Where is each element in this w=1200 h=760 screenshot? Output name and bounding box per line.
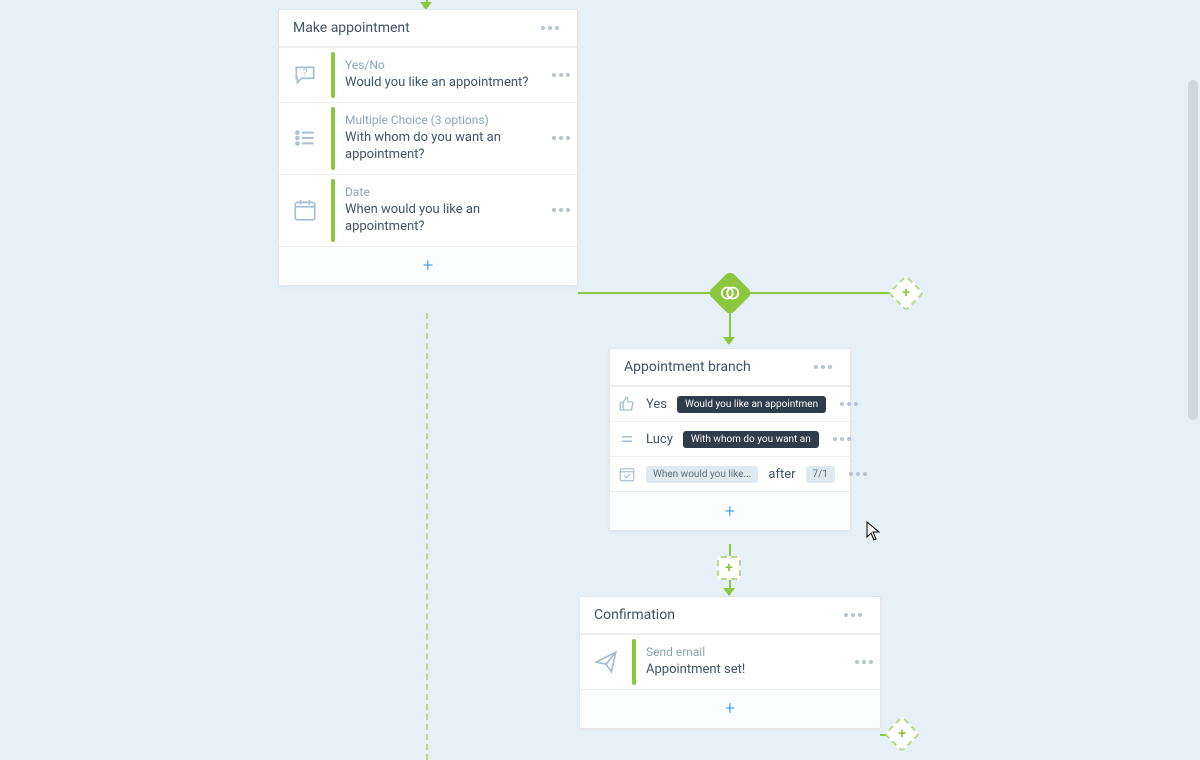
card-header: Make appointment (279, 10, 577, 47)
card-appointment-branch[interactable]: Appointment branch Yes Would you like an… (609, 348, 851, 531)
connector (729, 309, 731, 339)
row-menu-button[interactable] (836, 398, 862, 410)
plus-icon: + (725, 501, 735, 522)
calendar-icon (279, 197, 331, 223)
card-header: Confirmation (580, 597, 880, 634)
row-menu-button[interactable] (548, 69, 574, 81)
branch-date-tag: 7/1 (806, 466, 835, 483)
flow-canvas[interactable]: Make appointment ? Yes/No Would you like… (0, 0, 1200, 760)
arrow-down-icon (723, 588, 735, 596)
row-menu-button[interactable] (548, 132, 574, 144)
card-title: Make appointment (293, 20, 410, 36)
branch-tag: Would you like an appointmen (677, 396, 826, 413)
question-row[interactable]: Date When would you like an appointment? (279, 174, 577, 246)
row-menu-button[interactable] (548, 204, 574, 216)
connector (729, 544, 731, 556)
action-type: Send email (646, 645, 840, 659)
branch-keyword: after (768, 467, 795, 482)
add-question-button[interactable]: + (279, 246, 577, 285)
card-header: Appointment branch (610, 349, 850, 386)
question-type: Multiple Choice (3 options) (345, 113, 537, 127)
plus-icon: + (725, 698, 735, 719)
decision-node[interactable] (714, 277, 746, 309)
branch-label: Yes (646, 397, 667, 412)
row-menu-button[interactable] (851, 656, 877, 668)
calendar-check-icon (618, 465, 636, 483)
branch-tag-light: When would you like... (646, 466, 758, 483)
svg-text:?: ? (303, 68, 308, 79)
thumbs-up-icon (618, 395, 636, 413)
branch-tag: With whom do you want an (683, 431, 819, 448)
question-text: With whom do you want an appointment? (345, 129, 537, 164)
question-text: When would you like an appointment? (345, 201, 537, 236)
venn-icon (719, 282, 741, 304)
card-confirmation[interactable]: Confirmation Send email Appointment set!… (579, 596, 881, 729)
card-make-appointment[interactable]: Make appointment ? Yes/No Would you like… (278, 9, 578, 286)
plus-icon: + (423, 255, 433, 276)
equals-icon (618, 430, 636, 448)
add-action-button[interactable]: + (580, 689, 880, 728)
vertical-scrollbar[interactable] (1188, 80, 1198, 420)
question-row[interactable]: ? Yes/No Would you like an appointment? (279, 47, 577, 102)
card-title: Confirmation (594, 607, 675, 623)
add-branch-button[interactable]: + (893, 280, 919, 306)
question-type: Date (345, 185, 537, 199)
row-menu-button[interactable] (845, 468, 871, 480)
question-row[interactable]: Multiple Choice (3 options) With whom do… (279, 102, 577, 174)
branch-row[interactable]: Lucy With whom do you want an (610, 421, 850, 456)
speech-bubble-question-icon: ? (279, 62, 331, 88)
branch-row[interactable]: Yes Would you like an appointmen (610, 386, 850, 421)
add-branch-button[interactable]: + (889, 721, 915, 747)
card-menu-button[interactable] (537, 22, 563, 34)
arrow-down-icon (723, 337, 735, 345)
branch-label: Lucy (646, 432, 673, 447)
list-icon (279, 125, 331, 151)
action-text: Appointment set! (646, 661, 840, 679)
question-text: Would you like an appointment? (345, 74, 537, 92)
row-menu-button[interactable] (829, 433, 855, 445)
branch-row[interactable]: When would you like... after 7/1 (610, 456, 850, 491)
card-menu-button[interactable] (810, 361, 836, 373)
card-title: Appointment branch (624, 359, 751, 375)
mouse-cursor-icon (866, 521, 880, 541)
action-row[interactable]: Send email Appointment set! (580, 634, 880, 689)
add-step-button[interactable]: + (717, 556, 741, 580)
question-type: Yes/No (345, 58, 537, 72)
connector-dashed (426, 313, 428, 760)
paper-plane-icon (580, 649, 632, 675)
add-condition-button[interactable]: + (610, 491, 850, 530)
card-menu-button[interactable] (840, 609, 866, 621)
